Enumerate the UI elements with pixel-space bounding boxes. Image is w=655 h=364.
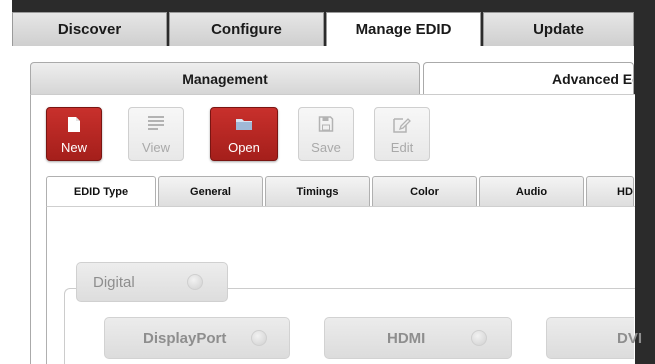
app-window: Discover Configure Manage EDID Update Ma… bbox=[0, 0, 655, 364]
hdmi-radio[interactable] bbox=[471, 330, 487, 346]
option-dvi-label: DVI bbox=[617, 329, 643, 347]
tab-audio[interactable]: Audio bbox=[479, 176, 584, 206]
view-button-label: View bbox=[142, 140, 170, 155]
tab-color[interactable]: Color bbox=[372, 176, 477, 206]
tab-manage-edid[interactable]: Manage EDID bbox=[326, 12, 481, 46]
tab-general[interactable]: General bbox=[158, 176, 263, 206]
save-button-label: Save bbox=[311, 140, 341, 155]
right-edge bbox=[634, 0, 655, 364]
left-edge bbox=[0, 0, 12, 364]
open-button-label: Open bbox=[228, 140, 260, 155]
edit-button-label: Edit bbox=[390, 140, 414, 155]
save-button[interactable]: Save bbox=[298, 107, 354, 161]
edit-button[interactable]: Edit bbox=[374, 107, 430, 161]
tab-advanced-editor[interactable]: Advanced Ed bbox=[423, 62, 634, 94]
tab-timings[interactable]: Timings bbox=[265, 176, 370, 206]
tab-configure[interactable]: Configure bbox=[169, 12, 324, 46]
folder-icon bbox=[236, 119, 252, 130]
digital-radio[interactable] bbox=[187, 274, 203, 290]
pencil-icon bbox=[393, 118, 411, 133]
tab-hdmi[interactable]: HDM bbox=[586, 176, 634, 206]
option-displayport-label: DisplayPort bbox=[143, 329, 227, 347]
view-button[interactable]: View bbox=[128, 107, 184, 161]
list-icon bbox=[148, 116, 164, 130]
option-displayport[interactable]: DisplayPort bbox=[104, 317, 290, 359]
tab-management[interactable]: Management bbox=[30, 62, 420, 94]
document-icon bbox=[68, 117, 80, 132]
digital-group-label: Digital bbox=[93, 273, 135, 291]
option-dvi[interactable]: DVI bbox=[546, 317, 642, 359]
digital-group-toggle[interactable]: Digital bbox=[76, 262, 228, 302]
option-hdmi[interactable]: HDMI bbox=[324, 317, 512, 359]
tab-discover[interactable]: Discover bbox=[12, 12, 167, 46]
option-hdmi-label: HDMI bbox=[387, 329, 426, 347]
displayport-radio[interactable] bbox=[251, 330, 267, 346]
floppy-disk-icon bbox=[318, 116, 334, 132]
open-button[interactable]: Open bbox=[210, 107, 278, 161]
new-button-label: New bbox=[60, 140, 87, 155]
tab-update[interactable]: Update bbox=[483, 12, 634, 46]
tab-edid-type[interactable]: EDID Type bbox=[46, 176, 156, 206]
new-button[interactable]: New bbox=[46, 107, 102, 161]
